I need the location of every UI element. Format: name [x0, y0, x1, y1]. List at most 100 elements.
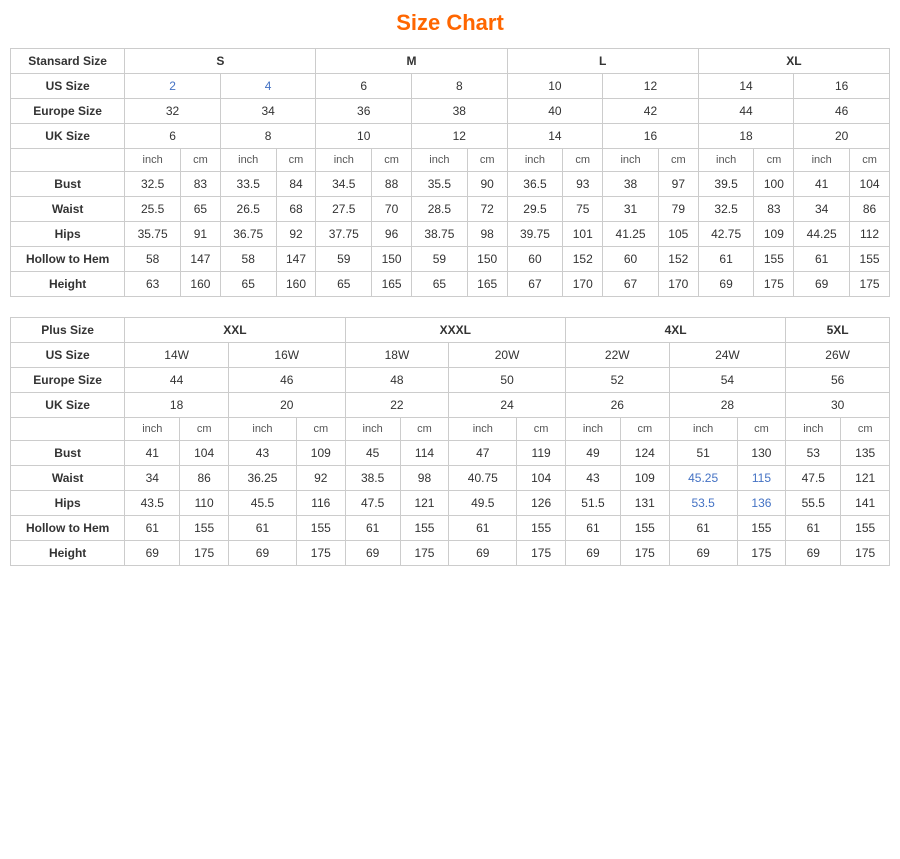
plus-header-label: Plus Size: [11, 318, 125, 343]
hips-l2-inch: 41.25: [603, 222, 659, 247]
hollow-s2-inch: 58: [220, 247, 276, 272]
plus-height-xxxl2-cm: 175: [517, 541, 566, 566]
bust-s1-inch: 32.5: [125, 172, 181, 197]
hips-l1-cm: 101: [563, 222, 603, 247]
plus-bust-xxl1-cm: 104: [180, 441, 229, 466]
plus-hollow-4xl2-cm: 155: [737, 516, 786, 541]
waist-s2-cm: 68: [276, 197, 316, 222]
plus-us-22w: 22W: [565, 343, 669, 368]
uk-12: 12: [412, 124, 508, 149]
waist-s1-inch: 25.5: [125, 197, 181, 222]
plus-eu-label: Europe Size: [11, 368, 125, 393]
hips-l2-cm: 105: [658, 222, 698, 247]
plus-bust-xxxl2-inch: 47: [449, 441, 517, 466]
plus-unit-cm-7: cm: [841, 418, 890, 441]
height-m1-cm: 165: [372, 272, 412, 297]
unit-cm-4: cm: [467, 149, 507, 172]
hollow-l2-cm: 152: [658, 247, 698, 272]
unit-cm-1: cm: [181, 149, 221, 172]
uk-20: 20: [794, 124, 890, 149]
plus-unit-cm-3: cm: [400, 418, 449, 441]
hips-xl1-inch: 42.75: [698, 222, 754, 247]
hips-m2-inch: 38.75: [412, 222, 468, 247]
bust-l1-cm: 93: [563, 172, 603, 197]
plus-uk-22: 22: [345, 393, 449, 418]
us-10: 10: [507, 74, 603, 99]
waist-xl2-inch: 34: [794, 197, 850, 222]
plus-hollow-xxxl1-cm: 155: [400, 516, 449, 541]
plus-eu-44: 44: [125, 368, 229, 393]
unit-empty: [11, 149, 125, 172]
us-size-label: US Size: [11, 74, 125, 99]
plus-bust-label: Bust: [11, 441, 125, 466]
height-l2-cm: 170: [658, 272, 698, 297]
5xl-header: 5XL: [786, 318, 890, 343]
plus-unit-cm-6: cm: [737, 418, 786, 441]
eu-size-label: Europe Size: [11, 99, 125, 124]
plus-waist-xxl1-cm: 86: [180, 466, 229, 491]
xxl-header: XXL: [125, 318, 345, 343]
plus-waist-4xl1-cm: 109: [621, 466, 670, 491]
bust-l2-cm: 97: [658, 172, 698, 197]
plus-size-chart: Plus Size XXL XXXL 4XL 5XL US Size 14W 1…: [10, 317, 890, 566]
unit-inch-4: inch: [412, 149, 468, 172]
uk-10: 10: [316, 124, 412, 149]
height-s1-inch: 63: [125, 272, 181, 297]
plus-hollow-5xl-cm: 155: [841, 516, 890, 541]
plus-unit-cm-2: cm: [296, 418, 345, 441]
plus-hips-xxl1-inch: 43.5: [125, 491, 180, 516]
plus-us-20w: 20W: [449, 343, 566, 368]
waist-m1-cm: 70: [372, 197, 412, 222]
unit-inch-5: inch: [507, 149, 563, 172]
standard-size-chart: Stansard Size S M L XL US Size 2 4 6 8 1…: [10, 48, 890, 297]
unit-inch-8: inch: [794, 149, 850, 172]
plus-hips-4xl2-inch: 53.5: [669, 491, 737, 516]
plus-hips-xxxl2-inch: 49.5: [449, 491, 517, 516]
eu-38: 38: [412, 99, 508, 124]
height-l1-inch: 67: [507, 272, 563, 297]
bust-s2-cm: 84: [276, 172, 316, 197]
plus-bust-5xl-inch: 53: [786, 441, 841, 466]
plus-hips-5xl-cm: 141: [841, 491, 890, 516]
plus-uk-label: UK Size: [11, 393, 125, 418]
eu-36: 36: [316, 99, 412, 124]
plus-unit-cm-5: cm: [621, 418, 670, 441]
height-s2-cm: 160: [276, 272, 316, 297]
plus-hollow-xxxl1-inch: 61: [345, 516, 400, 541]
plus-hollow-xxl1-cm: 155: [180, 516, 229, 541]
plus-hips-4xl2-cm: 136: [737, 491, 786, 516]
hips-s2-cm: 92: [276, 222, 316, 247]
eu-46: 46: [794, 99, 890, 124]
bust-l1-inch: 36.5: [507, 172, 563, 197]
waist-m2-cm: 72: [467, 197, 507, 222]
plus-bust-5xl-cm: 135: [841, 441, 890, 466]
plus-hollow-label: Hollow to Hem: [11, 516, 125, 541]
plus-hollow-xxxl2-cm: 155: [517, 516, 566, 541]
hollow-label: Hollow to Hem: [11, 247, 125, 272]
hollow-m1-inch: 59: [316, 247, 372, 272]
height-s2-inch: 65: [220, 272, 276, 297]
plus-eu-50: 50: [449, 368, 566, 393]
plus-waist-4xl1-inch: 43: [565, 466, 620, 491]
plus-bust-4xl1-inch: 49: [565, 441, 620, 466]
plus-waist-xxxl1-cm: 98: [400, 466, 449, 491]
height-xl2-cm: 175: [850, 272, 890, 297]
height-xl1-inch: 69: [698, 272, 754, 297]
hollow-xl1-inch: 61: [698, 247, 754, 272]
bust-m1-cm: 88: [372, 172, 412, 197]
unit-cm-7: cm: [754, 149, 794, 172]
waist-xl2-cm: 86: [850, 197, 890, 222]
plus-eu-56: 56: [786, 368, 890, 393]
plus-bust-xxl1-inch: 41: [125, 441, 180, 466]
plus-unit-cm-4: cm: [517, 418, 566, 441]
us-2: 2: [125, 74, 221, 99]
eu-44: 44: [698, 99, 794, 124]
plus-unit-inch-2: inch: [228, 418, 296, 441]
hollow-xl1-cm: 155: [754, 247, 794, 272]
bust-s2-inch: 33.5: [220, 172, 276, 197]
unit-cm-6: cm: [658, 149, 698, 172]
unit-inch-7: inch: [698, 149, 754, 172]
us-6: 6: [316, 74, 412, 99]
plus-hips-4xl1-inch: 51.5: [565, 491, 620, 516]
plus-waist-xxl2-cm: 92: [296, 466, 345, 491]
